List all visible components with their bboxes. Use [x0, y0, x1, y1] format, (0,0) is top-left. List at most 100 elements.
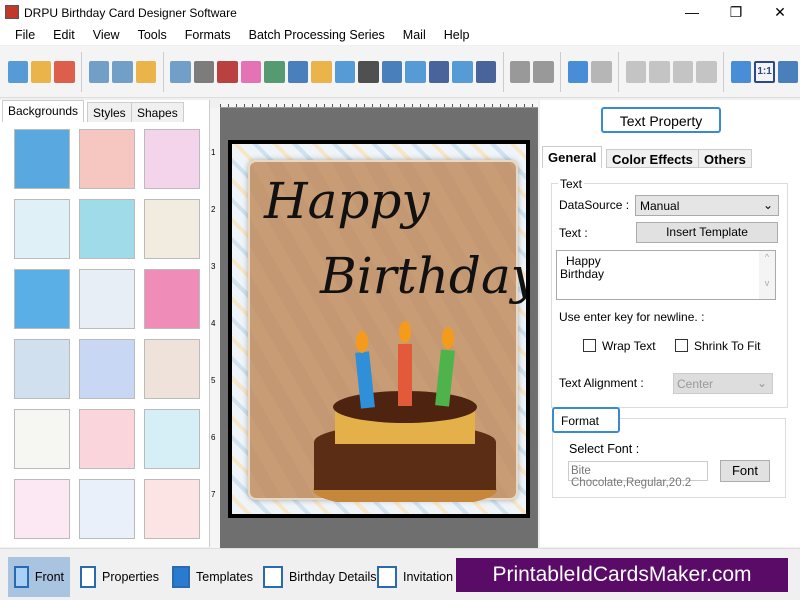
- tab-general[interactable]: General: [542, 146, 603, 168]
- background-thumbnail[interactable]: [79, 339, 135, 399]
- toolbar-separator: [81, 51, 83, 92]
- line-icon[interactable]: [475, 60, 497, 83]
- grid-icon[interactable]: [730, 60, 752, 83]
- invitation-button[interactable]: Invitation: [371, 557, 459, 597]
- text-label: Text :: [559, 226, 588, 240]
- new-icon[interactable]: [7, 60, 28, 83]
- menu-formats[interactable]: Formats: [176, 28, 240, 42]
- close-file-icon[interactable]: [54, 60, 75, 83]
- background-thumbnail[interactable]: [79, 479, 135, 539]
- menu-help[interactable]: Help: [435, 28, 479, 42]
- redo-icon[interactable]: [591, 60, 612, 83]
- save-icon[interactable]: [88, 60, 110, 83]
- text-icon[interactable]: [381, 60, 403, 83]
- text-box-icon[interactable]: [405, 60, 426, 83]
- menu-edit[interactable]: Edit: [44, 28, 84, 42]
- shrink-to-fit-label: Shrink To Fit: [694, 339, 761, 353]
- open-icon[interactable]: [30, 60, 52, 83]
- menu-view[interactable]: View: [84, 28, 129, 42]
- print-icon[interactable]: [193, 60, 215, 83]
- gift-icon[interactable]: [240, 60, 262, 83]
- background-thumbnail[interactable]: [144, 479, 200, 539]
- background-thumbnail[interactable]: [144, 199, 200, 259]
- shrink-to-fit-checkbox[interactable]: [675, 339, 688, 352]
- properties-icon: [80, 566, 96, 588]
- background-thumbnail[interactable]: [14, 479, 70, 539]
- wordart-icon[interactable]: [334, 60, 356, 83]
- menu-mail[interactable]: Mail: [394, 28, 435, 42]
- background-thumbnail[interactable]: [79, 129, 135, 189]
- tab-styles[interactable]: Styles: [87, 102, 132, 122]
- background-thumbnail[interactable]: [144, 409, 200, 469]
- birthday-card[interactable]: Happy Birthday: [228, 140, 530, 518]
- background-thumbnail[interactable]: [144, 339, 200, 399]
- background-thumbnail[interactable]: [144, 269, 200, 329]
- wrap-text-checkbox[interactable]: [583, 339, 596, 352]
- background-thumbnail[interactable]: [79, 199, 135, 259]
- save-as-icon[interactable]: [112, 60, 133, 83]
- insert-template-button[interactable]: Insert Template: [636, 222, 778, 243]
- menu-tools[interactable]: Tools: [129, 28, 176, 42]
- front-button[interactable]: Front: [8, 557, 70, 597]
- background-thumbnail[interactable]: [14, 199, 70, 259]
- layers-icon[interactable]: [217, 60, 238, 83]
- menu-batch-processing[interactable]: Batch Processing Series: [240, 28, 394, 42]
- background-thumbnail[interactable]: [14, 129, 70, 189]
- text-alignment-label: Text Alignment :: [559, 376, 644, 390]
- cake-image[interactable]: [310, 312, 500, 502]
- datasource-label: DataSource :: [559, 198, 630, 212]
- minimize-button[interactable]: —: [672, 0, 712, 25]
- delete-icon[interactable]: [696, 60, 717, 83]
- datasource-select[interactable]: Manual ⌄: [635, 195, 779, 216]
- background-thumbnail[interactable]: [14, 339, 70, 399]
- font-button[interactable]: Font: [720, 460, 770, 482]
- insert-image-icon[interactable]: [264, 60, 285, 83]
- tab-others[interactable]: Others: [698, 149, 752, 168]
- templates-button[interactable]: Templates: [166, 557, 259, 597]
- copy-icon[interactable]: [649, 60, 670, 83]
- mail-icon[interactable]: [452, 60, 473, 83]
- barcode-icon[interactable]: [358, 60, 379, 83]
- card-panel: Happy Birthday: [248, 160, 526, 502]
- text-alignment-select[interactable]: Center ⌄: [673, 373, 773, 394]
- birthday-details-button[interactable]: Birthday Details: [257, 557, 383, 597]
- database-icon[interactable]: [533, 60, 554, 83]
- fit-window-icon[interactable]: [777, 60, 799, 83]
- background-thumbnail[interactable]: [14, 269, 70, 329]
- background-thumbnail[interactable]: [79, 409, 135, 469]
- properties-button[interactable]: Properties: [74, 557, 165, 597]
- select-font-label: Select Font :: [569, 442, 640, 456]
- birthday-details-label: Birthday Details: [289, 570, 377, 584]
- shapes-icon[interactable]: [311, 60, 332, 83]
- toolbar: 1:1: [0, 46, 800, 98]
- title-bar: DRPU Birthday Card Designer Software — ❐…: [0, 0, 800, 25]
- database-import-icon[interactable]: [510, 60, 531, 83]
- background-thumbnail[interactable]: [79, 269, 135, 329]
- paste-icon[interactable]: [672, 60, 694, 83]
- signature-icon[interactable]: [428, 60, 450, 83]
- undo-icon[interactable]: [567, 60, 589, 83]
- invitation-icon: [377, 566, 397, 588]
- menu-file[interactable]: File: [6, 28, 44, 42]
- pen-icon[interactable]: [287, 60, 309, 83]
- tab-color-effects[interactable]: Color Effects: [606, 149, 699, 168]
- text-scrollbar[interactable]: ^ v: [759, 251, 775, 299]
- text-input[interactable]: Happy Birthday ^ v: [556, 250, 776, 300]
- font-input[interactable]: Bite Chocolate,Regular,20.2: [568, 461, 708, 489]
- card-text-happy[interactable]: Happy: [264, 172, 430, 230]
- ruler-number: 2: [211, 205, 216, 214]
- background-thumbnail[interactable]: [144, 129, 200, 189]
- properties-icon[interactable]: [170, 60, 191, 83]
- ruler-number: 4: [211, 319, 216, 328]
- export-icon[interactable]: [135, 60, 157, 83]
- brand-banner[interactable]: PrintableIdCardsMaker.com: [456, 558, 788, 592]
- cut-icon[interactable]: [625, 60, 647, 83]
- background-thumbnail[interactable]: [14, 409, 70, 469]
- tab-backgrounds[interactable]: Backgrounds: [2, 100, 85, 122]
- text-property-button[interactable]: Text Property: [601, 107, 721, 133]
- tab-shapes[interactable]: Shapes: [131, 102, 184, 122]
- card-text-birthday[interactable]: Birthday: [320, 247, 526, 305]
- maximize-button[interactable]: ❐: [716, 0, 756, 25]
- close-button[interactable]: ✕: [760, 0, 800, 25]
- actual-size-icon[interactable]: 1:1: [754, 60, 775, 83]
